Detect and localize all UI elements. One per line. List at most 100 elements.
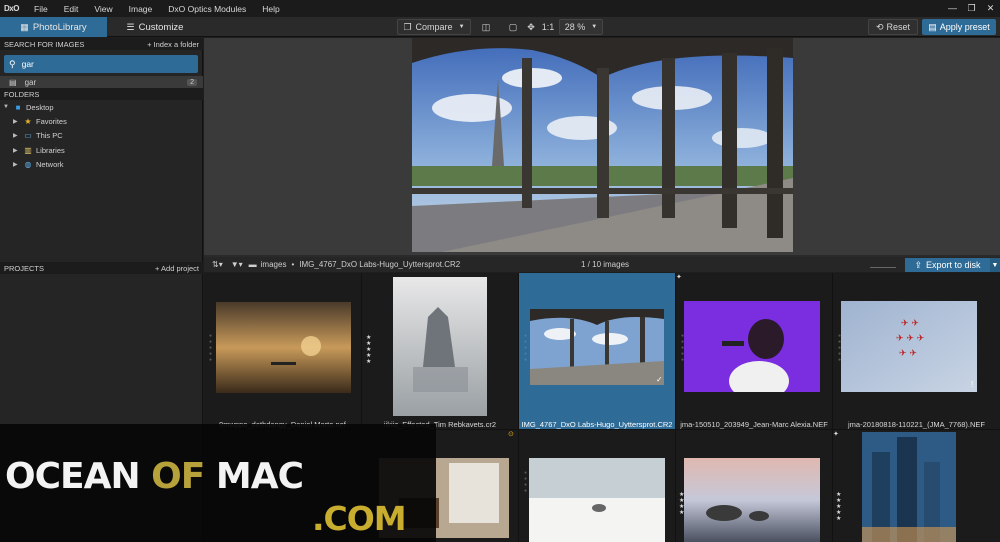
export-dropdown-button[interactable]: ▼ (990, 258, 1000, 272)
compare-label: Compare (415, 22, 453, 32)
breadcrumb-separator: • (291, 260, 295, 269)
computer-icon: ▭ (24, 130, 32, 140)
zoom-select[interactable]: 28 % ▼ (559, 19, 603, 35)
folder-item-network[interactable]: ▶ ◍ Network (13, 158, 64, 170)
apply-preset-button[interactable]: ▤ Apply preset (922, 19, 996, 35)
folder-item-libraries[interactable]: ▶ ▥ Libraries (13, 144, 65, 156)
reset-button[interactable]: ⟲ Reset (868, 19, 918, 35)
menu-view[interactable]: View (86, 4, 120, 14)
index-folder-button[interactable]: + Index a folder (147, 40, 199, 49)
drag-handle[interactable]: ● ● ● ● ● (838, 333, 842, 363)
library-icon: ▥ (24, 145, 32, 155)
thumbnail-cell[interactable]: ● ● ● ● (519, 430, 675, 542)
checkmark-icon: ✓ (656, 375, 663, 384)
thumbnail-image (862, 432, 956, 542)
search-input[interactable]: ⚲ gar (4, 55, 198, 73)
document-icon: ▤ (9, 77, 17, 87)
move-icon[interactable]: ✥ (524, 19, 538, 35)
tab-photolibrary-label: PhotoLibrary (32, 21, 87, 33)
toolbar: ▦ PhotoLibrary ☰ Customize ❐ Compare ▼ ◫… (0, 17, 1000, 37)
thumbnail-image (393, 277, 487, 416)
menu-image[interactable]: Image (121, 4, 161, 14)
menu-dxo-optics-modules[interactable]: DxO Optics Modules (160, 4, 254, 14)
sliders-icon: ☰ (126, 21, 135, 32)
minimize-button[interactable]: — (943, 3, 962, 14)
warning-icon: ! (971, 380, 974, 389)
add-project-button[interactable]: + Add project (155, 264, 199, 273)
collapsed-arrow-icon: ▶ (13, 147, 18, 154)
thumbnail-cell[interactable]: ✈ ✈ ✈ ✈ ✈ ✈ ✈ ! ● ● ● ● ● jma-20180818-11022… (833, 273, 1000, 429)
folder-item-desktop[interactable]: ▼ ■ Desktop (3, 101, 54, 113)
rating-stars[interactable]: ★ ★ ★ ★ ★ (366, 335, 372, 365)
folder-label: This PC (36, 130, 63, 140)
watermark-ocean: OCEAN (5, 456, 141, 497)
tab-photolibrary[interactable]: ▦ PhotoLibrary (0, 17, 107, 37)
image-count: 1 / 10 images (581, 260, 630, 269)
search-header: SEARCH FOR IMAGES + Index a folder (0, 38, 203, 50)
thumbnail-cell[interactable]: ✦ ● ● ● ● ● jma-150510_203949_Jean-Marc Alex… (676, 273, 832, 429)
one-to-one-button[interactable]: 1:1 (541, 19, 555, 35)
filter-icon[interactable]: ▼▾ (231, 260, 243, 269)
search-result-label: gar (24, 77, 37, 87)
preset-icon: ▤ (928, 21, 937, 32)
watermark-mac: MAC (215, 456, 304, 497)
thumbnail-caption: jma-20180818-110221_(JMA_7768).NEF (847, 420, 986, 429)
watermark-com: .COM (312, 499, 407, 538)
rating-stars[interactable]: ★ ★ ★ ★ ★ (836, 492, 842, 522)
collapsed-arrow-icon: ▶ (13, 132, 18, 139)
drag-handle[interactable]: ● ● ● ● (524, 470, 528, 494)
reset-label: Reset (886, 22, 911, 32)
restore-button[interactable]: ❐ (962, 3, 981, 14)
thumbnail-image (684, 301, 820, 392)
projects-header: PROJECTS + Add project (0, 262, 203, 274)
thumbnail-cell[interactable]: ●●●●● 9mwppo_dethdangy_Daniel Marto.nef (204, 273, 361, 429)
locate-icon: ⊙ (508, 431, 514, 438)
folder-label: Favorites (36, 116, 67, 126)
search-result-item[interactable]: ▤ gar 2 (0, 76, 203, 88)
collapsed-arrow-icon: ▶ (13, 118, 18, 125)
filmstrip-bar: ⇅▾ ▼▾ ▬ images • IMG_4767_DxO Labs-Hugo_… (204, 257, 1000, 272)
drag-handle[interactable]: ● ● ● ● ● (524, 333, 528, 363)
drag-handle[interactable]: ● ● ● ● ● (681, 333, 685, 363)
split-view-icon[interactable]: ◫ (479, 19, 493, 35)
thumbnail-cell[interactable]: ✦ ★ ★ ★ ★ ★ (833, 430, 1000, 542)
rating-stars[interactable]: ★ ★ ★ ★ (679, 492, 685, 516)
tab-customize[interactable]: ☰ Customize (107, 17, 203, 37)
export-to-disk-button[interactable]: ⇪ Export to disk (905, 258, 990, 272)
image-viewer[interactable] (204, 38, 1000, 255)
search-result-count: 2 (187, 78, 197, 86)
projects-header-title: PROJECTS (4, 263, 45, 273)
folder-item-favorites[interactable]: ▶ ★ Favorites (13, 115, 67, 127)
menu-edit[interactable]: Edit (56, 4, 87, 14)
close-button[interactable]: ✕ (981, 3, 1000, 14)
app-logo: DxO (4, 4, 19, 13)
window-controls: — ❐ ✕ (943, 3, 1000, 14)
thumbnail-size-slider[interactable] (870, 260, 896, 268)
watermark-of: OF (151, 456, 205, 497)
svg-text:✈ ✈: ✈ ✈ (899, 349, 917, 359)
sparkle-icon: ✦ (833, 431, 839, 438)
breadcrumb-folder[interactable]: images (261, 260, 287, 269)
folders-header-title: FOLDERS (4, 89, 40, 99)
thumbnail-image (684, 458, 820, 542)
folder-label: Network (36, 159, 64, 169)
thumbnail-cell-selected[interactable]: ✓ ● ● ● ● ● IMG_4767_DxO Labs-Hugo_Uytterspr… (519, 273, 675, 429)
crop-icon[interactable]: ▢ (506, 19, 520, 35)
star-icon: ★ (24, 116, 32, 126)
drag-handle[interactable]: ● ● ● ● ● (209, 333, 213, 363)
thumbnail-cell[interactable]: ★ ★ ★ ★ ★ iikiiz_Effected_Tim Rebkavets.cr2 (362, 273, 518, 429)
sort-icon[interactable]: ⇅▾ (212, 260, 223, 269)
breadcrumb-current-file: IMG_4767_DxO Labs-Hugo_Uyttersprot.CR2 (299, 260, 461, 269)
thumbnail-image (216, 302, 351, 393)
export-label: Export to disk (926, 260, 981, 270)
thumbnail-cell[interactable]: ★ ★ ★ ★ (676, 430, 832, 542)
menu-help[interactable]: Help (254, 4, 287, 14)
search-query: gar (21, 59, 34, 69)
folder-item-this-pc[interactable]: ▶ ▭ This PC (13, 129, 63, 141)
thumbnail-caption: IMG_4767_DxO Labs-Hugo_Uyttersprot.CR2 (521, 420, 673, 429)
thumbnail-image (530, 309, 664, 385)
thumbnail-image (529, 458, 665, 542)
menu-file[interactable]: File (26, 4, 56, 14)
compare-button[interactable]: ❐ Compare ▼ (397, 19, 471, 35)
tab-customize-label: Customize (138, 21, 184, 33)
